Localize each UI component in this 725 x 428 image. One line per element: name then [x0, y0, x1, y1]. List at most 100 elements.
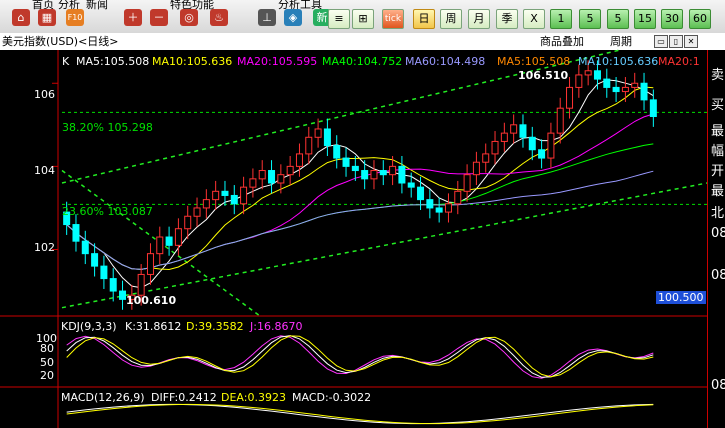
candle-body [603, 78, 611, 88]
candle-body [538, 149, 546, 159]
sidebar-label: 最 [711, 124, 725, 139]
ma-value: MA20:1 [658, 55, 700, 68]
macd-bar-value: MACD:-0.3022 [292, 391, 372, 404]
macd-title: MACD(12,26,9) [61, 391, 145, 404]
candle-body [72, 224, 80, 242]
candle-body [379, 170, 387, 176]
y-tick-label: 102 [34, 241, 55, 254]
candle-body [407, 182, 415, 188]
candle-body [491, 140, 499, 155]
sidebar-label: 08 [711, 268, 725, 283]
candle-body [174, 228, 182, 246]
candle-body [584, 70, 592, 76]
candle-body [221, 190, 229, 196]
sidebar-label: 买 [711, 98, 725, 113]
candle-body [444, 203, 452, 213]
candle-body [286, 165, 294, 176]
candle-body [547, 132, 555, 159]
candle-body [109, 278, 117, 292]
ma-value: MA20:105.595 [237, 55, 318, 68]
macd-diff-value: DIFF:0.2412 [151, 391, 217, 404]
ma-line [66, 113, 654, 270]
candle-body [323, 128, 331, 147]
low-annotation: 100.610 [126, 294, 177, 307]
ma-value: MA40:104.752 [322, 55, 403, 68]
candle-body [482, 153, 490, 163]
candle-body [249, 178, 257, 188]
sidebar-label: 开 [711, 164, 725, 179]
ma-line [66, 79, 654, 289]
candle-body [528, 136, 536, 151]
y-tick-label: 106 [34, 88, 55, 101]
macd-dea-value: DEA:0.3923 [221, 391, 286, 404]
macd-line [66, 403, 654, 425]
candle-body [100, 265, 108, 280]
ma-value: MA5:105.508 [497, 55, 571, 68]
candle-body [184, 215, 192, 230]
high-annotation: 106.510 [518, 69, 569, 82]
sidebar-label: 08 [711, 226, 725, 241]
candle-body [621, 86, 629, 93]
candle-body [156, 236, 164, 255]
fib-label-38: 38.20% 105.298 [62, 121, 153, 134]
candle-body [510, 124, 518, 134]
candle-body [649, 99, 657, 117]
kdj-tick: 50 [40, 356, 54, 369]
candle-body [519, 124, 527, 138]
candle-body [119, 290, 127, 300]
kdj-title: KDJ(9,3,3) [61, 320, 117, 333]
kdj-tick: 80 [40, 342, 54, 355]
candle-body [426, 199, 434, 209]
ma-line [66, 86, 654, 271]
candle-body [165, 236, 173, 246]
candle-body [193, 207, 201, 217]
sidebar-label: 08 [711, 378, 725, 393]
candle-body [230, 194, 238, 205]
kdj-line [66, 335, 654, 378]
candle-body [277, 174, 285, 184]
sidebar-label: 卖 [711, 68, 725, 83]
candle-body [81, 240, 89, 255]
kdj-d-value: D:39.3582 [186, 320, 244, 333]
candle-body [454, 190, 462, 205]
kdj-j-value: J:16.8670 [250, 320, 303, 333]
candle-body [556, 107, 564, 134]
candle-body [593, 70, 601, 80]
candle-body [240, 186, 248, 205]
candle-body [333, 145, 341, 159]
sidebar-label: 最 [711, 184, 725, 199]
candle-body [351, 165, 359, 172]
candle-body [435, 207, 443, 213]
kdj-tick: 20 [40, 369, 54, 382]
candle-body [398, 165, 406, 184]
candle-body [612, 86, 620, 93]
fib-label-23: 23.60% 103.087 [62, 205, 153, 218]
sidebar-label: 幅 [711, 144, 725, 159]
kdj-line [66, 335, 654, 378]
candle-body [463, 174, 471, 192]
quote-sidebar: 卖买最幅开最北 08 08 08 [707, 50, 725, 428]
candle-body [472, 161, 480, 176]
candle-body [258, 170, 266, 180]
ma-value: MA5:105.508 [76, 55, 150, 68]
candle-body [631, 82, 639, 88]
kdj-k-value: K:31.8612 [125, 320, 182, 333]
candle-body [500, 132, 508, 142]
candle-body [268, 170, 276, 184]
candle-body [305, 136, 313, 155]
candle-body [212, 190, 220, 201]
sidebar-label: 北 [711, 206, 725, 221]
candle-body [370, 170, 378, 180]
candle-body [342, 157, 350, 167]
ma-value: MA10:105.636 [152, 55, 233, 68]
current-price-tag: 100.500 [656, 291, 706, 304]
candle-body [202, 199, 210, 209]
ma-value: MA60:104.498 [405, 55, 486, 68]
candle-body [640, 82, 648, 101]
candle-body [91, 253, 99, 267]
ma-value: MA10:105.636 [578, 55, 659, 68]
y-tick-label: 104 [34, 164, 55, 177]
candle-body [361, 170, 369, 180]
candle-body [146, 253, 154, 275]
candle-body [314, 128, 322, 138]
